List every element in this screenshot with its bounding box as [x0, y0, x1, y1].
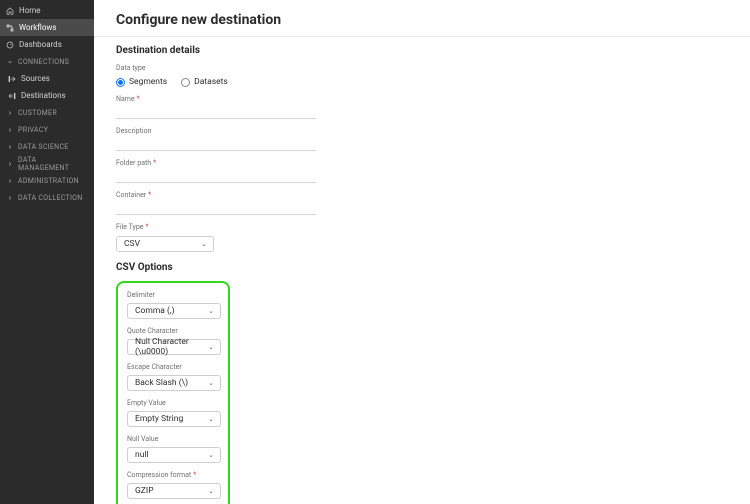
sidebar-section-label-privacy: PRIVACY — [18, 126, 48, 134]
required-icon: * — [153, 159, 156, 167]
delimiter-value: Comma (,) — [135, 306, 175, 316]
chevron-right-icon — [6, 126, 14, 134]
home-icon — [6, 7, 14, 15]
radio-segments[interactable]: Segments — [116, 77, 167, 87]
destinations-icon — [8, 92, 16, 100]
workflows-icon — [6, 24, 14, 32]
sidebar-item-workflows[interactable]: Workflows — [0, 19, 94, 36]
label-quote-character: Quote Character — [127, 327, 219, 335]
chevron-right-icon — [6, 194, 14, 202]
label-null-value: Null Value — [127, 435, 219, 443]
chevron-right-icon — [6, 109, 14, 117]
section-title-csv: CSV Options — [116, 262, 728, 273]
name-input[interactable] — [116, 105, 316, 119]
sidebar-section-label-connections: CONNECTIONS — [18, 58, 69, 66]
sidebar-item-home[interactable]: Home — [0, 2, 94, 19]
radio-dot-icon — [116, 78, 125, 87]
sidebar-section-data-management[interactable]: DATA MANAGEMENT — [0, 155, 94, 172]
required-icon: * — [137, 95, 140, 103]
file-type-select[interactable]: CSV ⌄ — [116, 236, 214, 252]
quote-character-value: Null Character (\u0000) — [135, 337, 208, 357]
chevron-right-icon — [6, 143, 14, 151]
required-icon: * — [145, 223, 148, 231]
label-file-type: File Type* — [116, 223, 728, 231]
sources-icon — [8, 75, 16, 83]
sidebar-section-data-collection[interactable]: DATA COLLECTION — [0, 189, 94, 206]
label-data-type: Data type — [116, 64, 728, 72]
radio-datasets[interactable]: Datasets — [181, 77, 228, 87]
main-content: Configure new destination Destination de… — [94, 0, 750, 504]
chevron-down-icon: ⌄ — [208, 343, 214, 351]
sidebar-label-dashboards: Dashboards — [19, 40, 62, 49]
null-value-select[interactable]: null ⌄ — [127, 447, 221, 463]
sidebar-section-privacy[interactable]: PRIVACY — [0, 121, 94, 138]
sidebar-section-customer[interactable]: CUSTOMER — [0, 104, 94, 121]
sidebar-section-label-data-management: DATA MANAGEMENT — [18, 156, 88, 172]
chevron-right-icon — [6, 160, 14, 168]
sidebar: Home Workflows Dashboards CONNECTIONS — [0, 0, 94, 504]
file-type-value: CSV — [124, 239, 140, 249]
sidebar-label-home: Home — [19, 6, 41, 15]
csv-options-highlight: Delimiter Comma (,) ⌄ Quote Character Nu… — [116, 281, 230, 504]
sidebar-label-sources: Sources — [21, 74, 50, 83]
null-value-value: null — [135, 450, 149, 460]
sidebar-item-sources[interactable]: Sources — [0, 70, 94, 87]
required-icon: * — [193, 471, 196, 479]
radio-label-segments: Segments — [129, 77, 167, 87]
label-description: Description — [116, 127, 728, 135]
sidebar-section-label-data-collection: DATA COLLECTION — [18, 194, 83, 202]
compression-format-value: GZIP — [135, 486, 154, 496]
quote-character-select[interactable]: Null Character (\u0000) ⌄ — [127, 339, 221, 355]
sidebar-label-destinations: Destinations — [21, 91, 66, 100]
sidebar-item-dashboards[interactable]: Dashboards — [0, 36, 94, 53]
chevron-down-icon: ⌄ — [201, 240, 207, 248]
radio-dot-icon — [181, 78, 190, 87]
sidebar-section-label-customer: CUSTOMER — [18, 109, 57, 117]
delimiter-select[interactable]: Comma (,) ⌄ — [127, 303, 221, 319]
empty-value-value: Empty String — [135, 414, 183, 424]
chevron-down-icon: ⌄ — [208, 415, 214, 423]
dashboards-icon — [6, 41, 14, 49]
sidebar-section-administration[interactable]: ADMINISTRATION — [0, 172, 94, 189]
sidebar-item-destinations[interactable]: Destinations — [0, 87, 94, 104]
chevron-down-icon: ⌄ — [208, 307, 214, 315]
empty-value-select[interactable]: Empty String ⌄ — [127, 411, 221, 427]
label-compression-format: Compression format* — [127, 471, 219, 479]
required-icon: * — [148, 191, 151, 199]
container-input[interactable] — [116, 201, 316, 215]
page-header: Configure new destination — [94, 0, 750, 37]
escape-character-value: Back Slash (\) — [135, 378, 188, 388]
sidebar-section-label-data-science: DATA SCIENCE — [18, 143, 69, 151]
compression-format-select[interactable]: GZIP ⌄ — [127, 483, 221, 499]
sidebar-section-label-administration: ADMINISTRATION — [18, 177, 79, 185]
label-container: Container* — [116, 191, 728, 199]
sidebar-section-connections[interactable]: CONNECTIONS — [0, 53, 94, 70]
page-title: Configure new destination — [116, 12, 728, 28]
sidebar-label-workflows: Workflows — [19, 23, 57, 32]
label-folder-path: Folder path* — [116, 159, 728, 167]
radio-label-datasets: Datasets — [194, 77, 228, 87]
label-empty-value: Empty Value — [127, 399, 219, 407]
chevron-right-icon — [6, 177, 14, 185]
label-escape-character: Escape Character — [127, 363, 219, 371]
chevron-down-icon — [6, 58, 14, 66]
sidebar-section-data-science[interactable]: DATA SCIENCE — [0, 138, 94, 155]
chevron-down-icon: ⌄ — [208, 451, 214, 459]
folder-path-input[interactable] — [116, 169, 316, 183]
label-name: Name* — [116, 95, 728, 103]
chevron-down-icon: ⌄ — [208, 487, 214, 495]
description-input[interactable] — [116, 137, 316, 151]
escape-character-select[interactable]: Back Slash (\) ⌄ — [127, 375, 221, 391]
section-title-details: Destination details — [116, 45, 728, 56]
chevron-down-icon: ⌄ — [208, 379, 214, 387]
label-delimiter: Delimiter — [127, 291, 219, 299]
